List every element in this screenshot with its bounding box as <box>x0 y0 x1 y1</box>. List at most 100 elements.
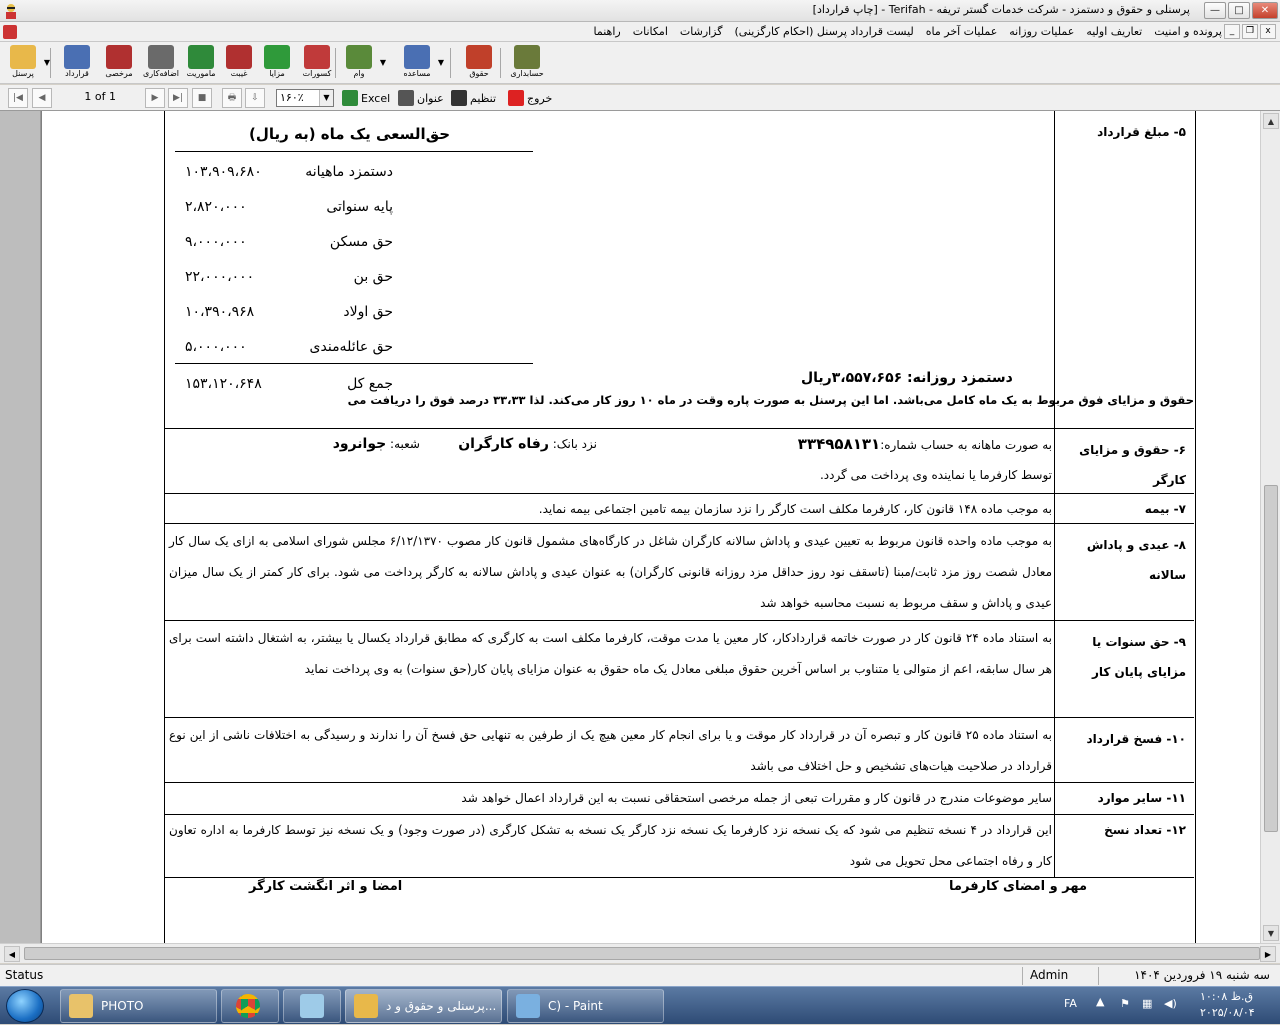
salary-item-name: دستمزد ماهیانه <box>305 164 393 180</box>
hscroll-thumb[interactable] <box>24 947 1260 960</box>
toolbar-icon <box>514 45 540 69</box>
row-text: به استناد ماده ۲۵ قانون کار و تبصره آن د… <box>169 728 1052 773</box>
menu-item[interactable]: عملیات روزانه <box>1009 25 1074 38</box>
prev-page-button[interactable]: ◀ <box>32 88 52 108</box>
menu-item[interactable]: راهنما <box>594 25 621 38</box>
vertical-scrollbar[interactable]: ▲ ▼ <box>1260 111 1280 943</box>
menu-item[interactable]: لیست قرارداد پرسنل (احکام کارگزینی) <box>735 25 914 38</box>
toolbar-icon <box>304 45 330 69</box>
flag-icon[interactable]: ⚑ <box>1120 997 1130 1010</box>
page-indicator: 1 of 1 <box>84 90 116 103</box>
horizontal-scrollbar[interactable]: ◀ ▶ <box>0 943 1280 963</box>
last-page-button[interactable]: ▶| <box>168 88 188 108</box>
start-button[interactable] <box>6 989 44 1023</box>
next-page-button[interactable]: ▶ <box>145 88 165 108</box>
row-text: به استناد ماده ۲۴ قانون کار در صورت خاتم… <box>169 631 1053 676</box>
mdi-minimize-button[interactable]: _ <box>1224 24 1240 39</box>
row-text: به موجب ماده ۱۴۸ قانون کار، کارفرما مکلف… <box>538 502 1052 516</box>
toolbar-button[interactable]: حسابداری <box>508 44 546 82</box>
toolbar-button[interactable]: کسورات <box>298 44 336 82</box>
toolbar-button[interactable]: ماموریت <box>182 44 220 82</box>
toolbar-button[interactable]: مزایا <box>258 44 296 82</box>
toolbar-button-label: کسورات <box>302 69 332 78</box>
task-chrome[interactable] <box>221 989 279 1023</box>
export-button[interactable]: ⇩ <box>245 88 265 108</box>
zoom-select[interactable]: ۱۶۰٪ ▼ <box>276 89 334 107</box>
system-tray: FA ▲ ⚑ ▦ ◀) ق.ظ ۱۰:۰۸ ۲۰۲۵/۰۸/۰۴ <box>1050 987 1280 1025</box>
toolbar-button[interactable]: پرسنل ▼ <box>4 44 50 82</box>
task-photo[interactable]: PHOTO <box>60 989 217 1023</box>
chevron-down-icon[interactable]: ▼ <box>380 58 386 67</box>
chevron-down-icon[interactable]: ▼ <box>438 58 444 67</box>
exit-button[interactable]: خروج <box>508 89 552 107</box>
tray-expand-icon[interactable]: ▲ <box>1096 995 1104 1008</box>
salary-note: حقوق و مزایای فوق مربوط به یک ماه کامل م… <box>347 393 1194 407</box>
print-button[interactable]: 🖶 <box>222 88 242 108</box>
task-paint[interactable]: C) - Paint <box>507 989 664 1023</box>
volume-icon[interactable]: ◀) <box>1164 997 1177 1010</box>
menu-item[interactable]: امکانات <box>633 25 668 38</box>
viewer-margin <box>0 111 41 943</box>
toolbar-button[interactable]: حقوق <box>460 44 498 82</box>
mdi-restore-button[interactable]: ❐ <box>1242 24 1258 39</box>
clock-date[interactable]: ۲۰۲۵/۰۸/۰۴ <box>1200 1006 1255 1019</box>
salary-item-name: حق بن <box>353 269 393 285</box>
menu-item[interactable]: گزارشات <box>680 25 723 38</box>
task-payroll[interactable]: پرسنلی و حقوق و د... <box>345 989 502 1023</box>
bank-label: نزد بانک: <box>552 437 597 451</box>
row-label: ۸- عیدی و پاداش سالانه <box>1054 524 1194 620</box>
salary-item: دستمزد ماهیانه ۱۰۳،۹۰۹،۶۸۰ <box>179 157 519 181</box>
toolbar-button[interactable]: اضافه‌کاری <box>142 44 180 82</box>
scroll-left-icon[interactable]: ◀ <box>4 946 20 962</box>
close-button[interactable]: ✕ <box>1252 2 1278 19</box>
scroll-right-icon[interactable]: ▶ <box>1260 946 1276 962</box>
salary-item-value: ۱۰،۳۹۰،۹۶۸ <box>185 304 255 320</box>
first-page-button[interactable]: |◀ <box>8 88 28 108</box>
exit-icon <box>508 90 524 106</box>
menu-item[interactable]: پرونده و امنیت <box>1154 25 1222 38</box>
contract-row-10: ۱۰- فسخ قرارداد به استناد ماده ۲۵ قانون … <box>165 718 1194 783</box>
app-window: پرسنلی و حقوق و دستمزد - شرکت خدمات گستر… <box>0 0 1280 1024</box>
minimize-button[interactable]: — <box>1204 2 1226 19</box>
account-number: ۳۳۴۹۵۸۱۳۱ <box>797 435 881 453</box>
task-notepad[interactable] <box>283 989 341 1023</box>
salary-title: حق‌السعی یک ماه (به ریال) <box>249 125 451 143</box>
toolbar-icon <box>346 45 372 69</box>
employer-signature-label: مهر و امضای کارفرما <box>949 879 1087 894</box>
salary-item-value: ۹،۰۰۰،۰۰۰ <box>185 234 247 250</box>
toolbar-button[interactable]: قرارداد <box>58 44 96 82</box>
toolbar-button[interactable]: وام ▼ <box>340 44 386 82</box>
row-label: ۱۱- سایر موارد <box>1054 783 1194 814</box>
menu-item[interactable]: تعاریف اولیه <box>1086 25 1142 38</box>
salary-item-name: حق عائله‌مندی <box>309 339 393 355</box>
menu-item[interactable]: عملیات آخر ماه <box>926 25 998 38</box>
toolbar-button-label: قرارداد <box>65 69 89 78</box>
title-button[interactable]: عنوان <box>398 89 444 107</box>
toolbar-button-label: حسابداری <box>510 69 544 78</box>
toolbar-icon <box>10 45 36 69</box>
mdi-close-button[interactable]: x <box>1260 24 1276 39</box>
salary-item-value: ۱۰۳،۹۰۹،۶۸۰ <box>185 164 262 180</box>
app-icon <box>6 4 16 19</box>
toolbar-button-label: غیبت <box>230 69 248 78</box>
row-text: سایر موضوعات مندرج در قانون کار و مقررات… <box>461 791 1052 805</box>
toolbar-separator <box>500 48 501 78</box>
folder-icon <box>69 994 93 1018</box>
clock-time[interactable]: ق.ظ ۱۰:۰۸ <box>1200 990 1253 1003</box>
excel-icon <box>342 90 358 106</box>
language-indicator[interactable]: FA <box>1064 997 1077 1010</box>
setup-button[interactable]: تنظیم <box>451 89 496 107</box>
scroll-up-icon[interactable]: ▲ <box>1263 113 1279 129</box>
network-icon[interactable]: ▦ <box>1142 997 1152 1010</box>
row-text: به موجب ماده واحده قانون مربوط به تعیین … <box>169 534 1052 610</box>
toolbar-button[interactable]: غیبت <box>220 44 258 82</box>
stop-button[interactable]: ■ <box>192 88 212 108</box>
paint-icon <box>516 994 540 1018</box>
toolbar-button[interactable]: مرخصی <box>100 44 138 82</box>
scroll-down-icon[interactable]: ▼ <box>1263 925 1279 941</box>
excel-button[interactable]: Excel <box>342 89 390 107</box>
toolbar-button[interactable]: مساعده ▼ <box>398 44 444 82</box>
scroll-thumb[interactable] <box>1264 485 1278 832</box>
maximize-button[interactable]: □ <box>1228 2 1250 19</box>
taskbar: PHOTO پرسنلی و حقوق و د... C) - Paint FA… <box>0 986 1280 1024</box>
